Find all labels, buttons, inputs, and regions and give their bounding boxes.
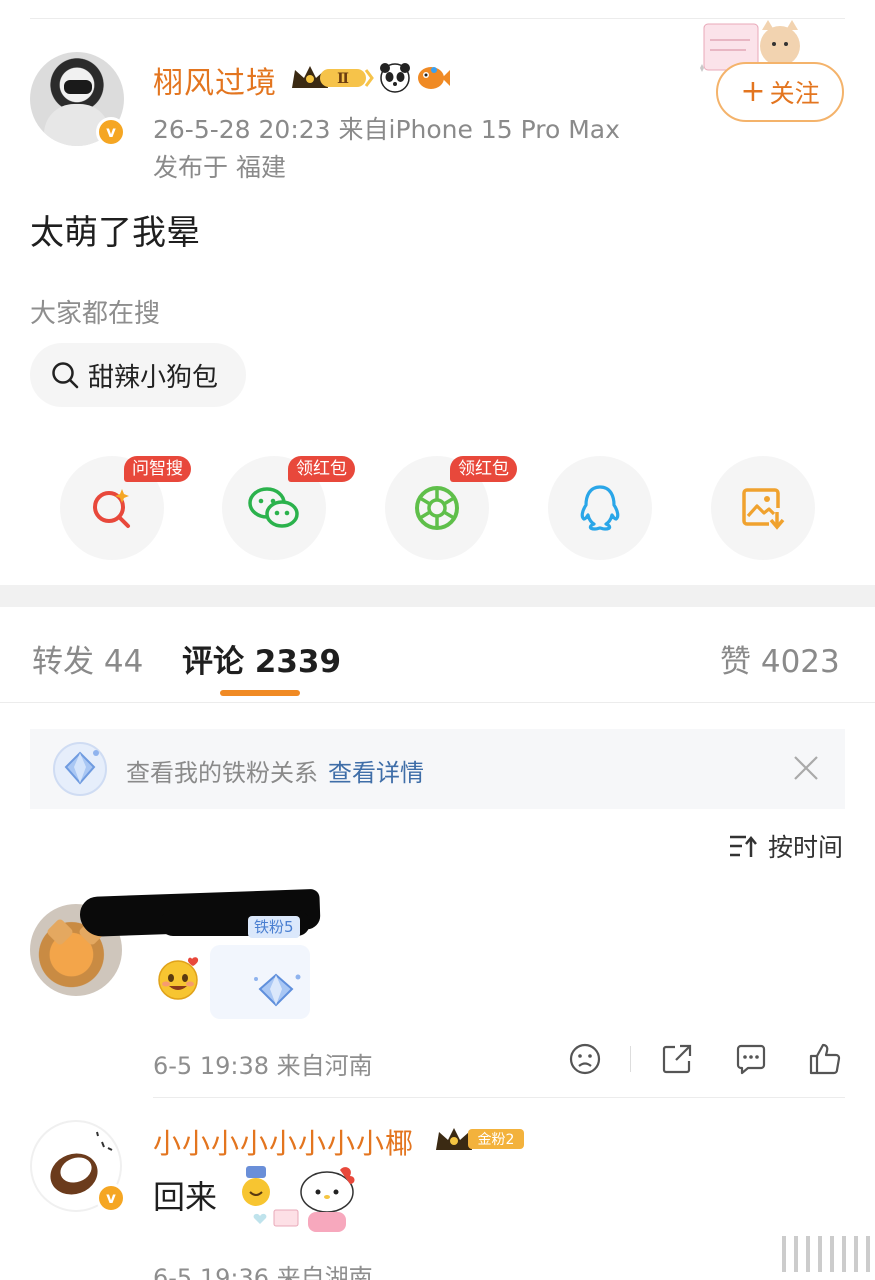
sort-icon xyxy=(730,835,757,857)
tab-like[interactable]: 赞 4023 xyxy=(720,636,840,681)
trending-search-chip[interactable]: 甜辣小狗包 xyxy=(30,343,247,407)
diamond-sticker xyxy=(210,945,310,1019)
diamond-icon xyxy=(53,742,107,796)
avatar-mask xyxy=(64,80,92,94)
post-location: 发布于 福建 xyxy=(153,153,286,182)
share-tag-moments: 领红包 xyxy=(450,456,517,482)
tab-comment[interactable]: 评论 2339 xyxy=(182,636,341,681)
fan-relation-banner[interactable]: 查看我的铁粉关系 查看详情 xyxy=(30,729,845,809)
verified-badge: v xyxy=(96,1183,126,1213)
sort-label: 按时间 xyxy=(768,833,844,862)
gold-fan-badge: 金粉2 xyxy=(436,1128,524,1150)
dislike-face-icon[interactable] xyxy=(567,1041,603,1077)
comment-time: 6-5 19:38 来自河南 xyxy=(153,1052,373,1080)
search-icon xyxy=(52,362,79,389)
panda-icon xyxy=(380,63,410,93)
search-chip-label: 甜辣小狗包 xyxy=(88,362,219,393)
follow-button[interactable]: + 关注 xyxy=(716,62,844,122)
save-image-icon xyxy=(742,488,785,530)
comment-text: 回来 xyxy=(153,1178,218,1216)
iron-fan-badge: 铁粉5 xyxy=(248,916,300,938)
share-save-image[interactable] xyxy=(711,456,815,560)
action-separator xyxy=(630,1046,631,1072)
ai-search-icon xyxy=(93,489,130,528)
fan-details-link[interactable]: 查看详情 xyxy=(328,759,424,787)
follow-label: 关注 xyxy=(769,79,820,108)
fan-banner-text: 查看我的铁粉关系 查看详情 xyxy=(126,753,424,788)
share-qq[interactable] xyxy=(548,456,652,560)
commenter-name[interactable]: 小小小小小小小小椰 xyxy=(153,1122,414,1162)
wechat-icon xyxy=(248,487,299,528)
trending-search-title: 大家都在搜 xyxy=(30,299,161,329)
gold-fan-label: 金粉2 xyxy=(478,1132,515,1148)
level-text: Ⅱ xyxy=(337,71,349,87)
share-icon[interactable] xyxy=(659,1041,695,1077)
section-gap xyxy=(0,585,875,607)
verified-badge: v xyxy=(96,117,126,147)
comment-time: 6-5 19:36 来自湖南 xyxy=(153,1264,373,1280)
qq-icon xyxy=(580,485,620,531)
share-tag-ai-search: 问智搜 xyxy=(124,456,191,482)
avatar-ear xyxy=(45,917,75,947)
like-icon[interactable] xyxy=(807,1041,843,1077)
share-tag-wechat: 领红包 xyxy=(288,456,355,482)
sort-by-time-button[interactable]: 按时间 xyxy=(728,828,843,864)
hello-kitty-sticker xyxy=(242,1166,355,1232)
moments-icon xyxy=(415,486,459,530)
comment-divider xyxy=(153,1097,845,1098)
comment-icon[interactable] xyxy=(733,1041,769,1077)
member-crown-badge[interactable]: Ⅱ xyxy=(290,62,374,92)
post-text: 太萌了我晕 xyxy=(30,213,200,253)
active-tab-indicator xyxy=(220,690,300,696)
tabs-divider xyxy=(0,702,875,703)
post-meta: 26-5-28 20:23 来自iPhone 15 Pro Max xyxy=(153,115,620,144)
close-icon[interactable] xyxy=(791,753,821,783)
tab-repost[interactable]: 转发 44 xyxy=(32,636,143,681)
love-face-emoji-icon xyxy=(158,957,199,1000)
fish-icon xyxy=(418,67,450,89)
scroll-bars-icon xyxy=(782,1236,870,1272)
fan-banner-label: 查看我的铁粉关系 xyxy=(126,759,318,787)
author-name[interactable]: 栩风过境 xyxy=(153,58,277,102)
plus-icon: + xyxy=(740,74,766,109)
